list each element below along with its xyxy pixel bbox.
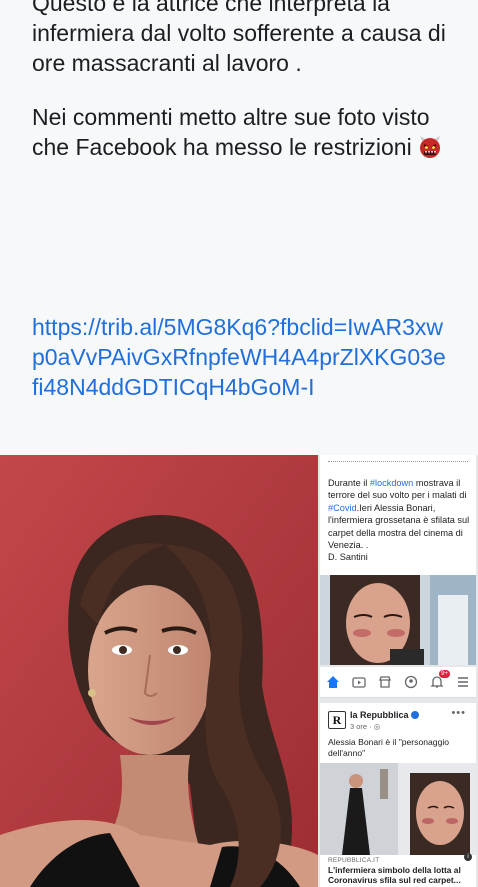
repubblica-post: R la Repubblica 3 ore · ◎ ••• Alessia Bo…: [320, 703, 476, 887]
post-link[interactable]: https://trib.al/5MG8Kq6?fbclid=IwAR3xwp0…: [32, 312, 452, 402]
right-column: Durante il #lockdown mostrava il terrore…: [318, 455, 478, 887]
tweet-text-1: Durante il: [328, 478, 370, 488]
post-paragraph-1: Questo è la attrice che interpreta la in…: [32, 0, 446, 76]
news-post-text: Durante il #lockdown mostrava il terrore…: [328, 477, 474, 564]
globe-icon: ◎: [373, 722, 381, 731]
ogre-emoji-icon: [418, 135, 442, 159]
page-name-text: la Repubblica: [350, 710, 409, 720]
news-post: Durante il #lockdown mostrava il terrore…: [320, 455, 476, 665]
tweet-author: D. Santini: [328, 552, 368, 563]
link-source: REPUBBLICA.IT: [328, 857, 380, 864]
more-options-icon[interactable]: •••: [451, 707, 466, 719]
actress-photo: [0, 455, 318, 887]
marketplace-icon[interactable]: [378, 675, 392, 689]
verified-icon: [410, 711, 419, 719]
notifications-icon[interactable]: 9+: [430, 670, 450, 689]
post-text: Questo è la attrice che interpreta la in…: [32, 0, 452, 186]
repubblica-logo[interactable]: R: [328, 711, 346, 729]
article-image[interactable]: [320, 763, 476, 855]
divider: [328, 455, 468, 462]
facebook-nav-bar: 9+: [320, 667, 476, 698]
groups-icon[interactable]: [404, 675, 418, 689]
post-paragraph-2-text: Nei commenti metto altre sue foto visto …: [32, 104, 430, 160]
nurse-photo[interactable]: [320, 575, 476, 665]
hashtag-covid[interactable]: #Covid: [328, 503, 357, 513]
video-icon[interactable]: [352, 675, 366, 689]
notification-badge: 9+: [439, 670, 450, 678]
card-text: Alessia Bonari è il "personaggio dell'an…: [328, 737, 450, 758]
hashtag-lockdown[interactable]: #lockdown: [370, 478, 413, 488]
post-paragraph-2: Nei commenti metto altre sue foto visto …: [32, 102, 452, 162]
post-body: Questo è la attrice che interpreta la in…: [0, 0, 478, 455]
post-time-text: 3 ore ·: [350, 722, 374, 731]
home-icon[interactable]: [326, 675, 340, 689]
info-icon[interactable]: i: [464, 853, 472, 861]
menu-icon[interactable]: [456, 675, 470, 689]
page-name[interactable]: la Repubblica: [350, 710, 419, 720]
post-time: 3 ore · ◎: [350, 722, 380, 731]
link-headline[interactable]: L'infermiera simbolo della lotta al Coro…: [328, 865, 474, 885]
